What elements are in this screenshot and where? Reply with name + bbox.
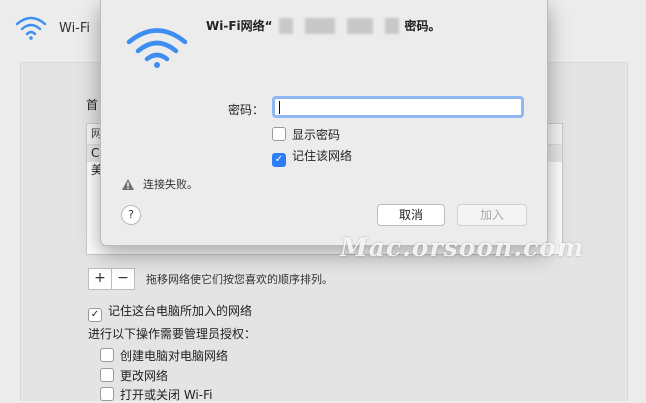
warning-icon <box>122 178 134 190</box>
redacted-network-name <box>384 17 399 34</box>
help-button[interactable]: ? <box>121 205 141 225</box>
remember-network-label: 记住该网络 <box>292 149 353 163</box>
wifi-tab-label[interactable]: Wi-Fi <box>59 21 90 36</box>
preferred-networks-title: 首 <box>86 98 99 112</box>
redacted-network-name <box>346 17 373 34</box>
show-password-option[interactable]: 显示密码 <box>272 126 340 143</box>
admin-option[interactable]: 更改网络 <box>100 367 168 384</box>
remember-networks-checkbox[interactable]: ✓ <box>88 308 102 322</box>
password-field[interactable] <box>272 96 524 118</box>
redacted-network-name <box>278 17 293 34</box>
show-password-label: 显示密码 <box>292 128 341 142</box>
add-remove-group: + − <box>88 268 135 290</box>
wifi-password-dialog: Wi-Fi网络“ 密码。 密码： 显示密码 ✓ 记住该网络 连接失败。 ? 取消 … <box>100 0 548 246</box>
admin-option-checkbox[interactable] <box>100 348 114 362</box>
dialog-title-prefix: Wi-Fi网络“ <box>206 19 273 33</box>
dialog-title: Wi-Fi网络“ 密码。 <box>206 17 441 34</box>
password-label: 密码： <box>228 103 265 117</box>
redacted-network-name <box>304 17 335 34</box>
admin-required-title: 进行以下操作需要管理员授权： <box>88 327 257 341</box>
cancel-button[interactable]: 取消 <box>377 204 445 226</box>
error-text: 连接失败。 <box>143 178 198 191</box>
remove-network-button[interactable]: − <box>111 269 134 289</box>
dialog-title-suffix: 密码。 <box>404 19 441 33</box>
add-network-button[interactable]: + <box>89 269 111 289</box>
remember-networks-option[interactable]: ✓ 记住这台电脑所加入的网络 <box>88 302 252 322</box>
admin-option[interactable]: 打开或关闭 Wi-Fi <box>100 386 212 403</box>
admin-option[interactable]: 创建电脑对电脑网络 <box>100 347 228 364</box>
drag-hint-text: 拖移网络使它们按您喜欢的顺序排列。 <box>146 273 333 286</box>
wifi-icon <box>126 28 188 68</box>
admin-option-label: 更改网络 <box>120 369 169 383</box>
admin-option-label: 创建电脑对电脑网络 <box>120 349 229 363</box>
connection-error: 连接失败。 <box>121 176 198 192</box>
text-caret <box>279 101 280 114</box>
admin-option-checkbox[interactable] <box>100 387 114 401</box>
remember-network-checkbox[interactable]: ✓ <box>272 153 286 167</box>
join-button[interactable]: 加入 <box>457 204 527 226</box>
remember-networks-label: 记住这台电脑所加入的网络 <box>108 304 253 318</box>
watermark: Mac.orsoon.com <box>340 233 585 262</box>
remember-network-option[interactable]: ✓ 记住该网络 <box>272 147 352 167</box>
admin-option-checkbox[interactable] <box>100 368 114 382</box>
wifi-icon <box>15 16 47 40</box>
show-password-checkbox[interactable] <box>272 127 286 141</box>
